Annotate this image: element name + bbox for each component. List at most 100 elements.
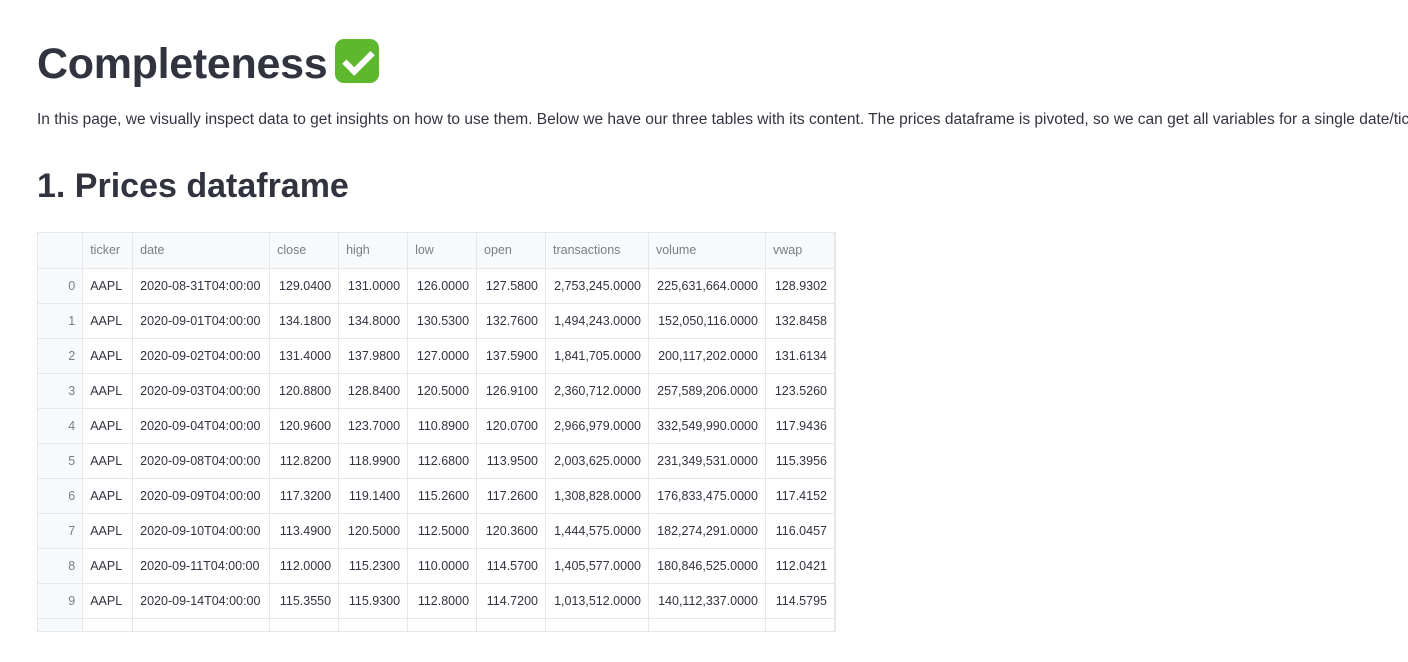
table-cell-vwap[interactable]: 128.9302	[765, 268, 835, 304]
column-header-vwap[interactable]: vwap	[765, 233, 835, 269]
column-header-ticker[interactable]: ticker	[82, 233, 134, 269]
table-cell-ticker[interactable]: AAPL	[82, 513, 134, 549]
column-header-date[interactable]: date	[132, 233, 271, 269]
column-header-close[interactable]: close	[269, 233, 340, 269]
table-cell-ticker[interactable]: AAPL	[82, 373, 134, 409]
table-cell-volume[interactable]: 231,349,531.0000	[648, 443, 766, 479]
table-cell-vwap[interactable]: 115.3956	[765, 443, 835, 479]
table-cell-high[interactable]: 134.8000	[338, 303, 409, 339]
row-index-cell[interactable]: 0	[38, 268, 84, 304]
table-cell-close[interactable]: 131.4000	[269, 338, 340, 374]
table-cell-vwap[interactable]: 112.0421	[765, 548, 835, 584]
table-cell-date[interactable]: 2020-09-11T04:00:00	[132, 548, 271, 584]
table-row[interactable]: 1 AAPL 2020-09-01T04:00:00 134.1800 134.8000…	[38, 303, 835, 339]
table-cell-open[interactable]: 120.3600	[476, 513, 546, 549]
table-cell-transactions[interactable]: 1,841,705.0000	[545, 338, 649, 374]
table-cell-close[interactable]: 120.9600	[269, 408, 340, 444]
column-header-volume[interactable]: volume	[648, 233, 766, 269]
table-cell-ticker[interactable]: AAPL	[82, 338, 134, 374]
table-cell-volume[interactable]: 332,549,990.0000	[648, 408, 766, 444]
table-cell-date[interactable]: 2020-09-08T04:00:00	[132, 443, 271, 479]
table-cell-low[interactable]: 115.2600	[407, 478, 478, 514]
table-row[interactable]: 8 AAPL 2020-09-11T04:00:00 112.0000 115.2300…	[38, 548, 835, 584]
row-index-cell[interactable]: 7	[38, 513, 84, 549]
table-cell-ticker[interactable]: AAPL	[82, 268, 134, 304]
table-cell-close[interactable]: 117.3200	[269, 478, 340, 514]
table-cell-high[interactable]: 115.2300	[338, 548, 409, 584]
table-cell-open[interactable]: 117.2600	[476, 478, 546, 514]
table-cell-low[interactable]: 112.5000	[407, 513, 478, 549]
table-cell-volume[interactable]: 152,050,116.0000	[648, 303, 766, 339]
table-cell-close[interactable]: 129.0400	[269, 268, 340, 304]
table-cell-high[interactable]: 119.1400	[338, 478, 409, 514]
table-cell-date[interactable]: 2020-09-01T04:00:00	[132, 303, 271, 339]
table-cell-vwap[interactable]: 114.5795	[765, 583, 835, 619]
table-cell-close[interactable]: 134.1800	[269, 303, 340, 339]
table-cell-low[interactable]: 112.8000	[407, 583, 478, 619]
table-cell-date[interactable]: 2020-09-09T04:00:00	[132, 478, 271, 514]
table-cell-close[interactable]: 115.3550	[269, 583, 340, 619]
table-row[interactable]: 3 AAPL 2020-09-03T04:00:00 120.8800 128.8400…	[38, 373, 835, 409]
table-cell-volume[interactable]: 200,117,202.0000	[648, 338, 766, 374]
table-cell-ticker[interactable]: AAPL	[82, 478, 134, 514]
table-row[interactable]: 7 AAPL 2020-09-10T04:00:00 113.4900 120.5000…	[38, 513, 835, 549]
table-cell-volume[interactable]: 257,589,206.0000	[648, 373, 766, 409]
table-cell-transactions[interactable]: 1,444,575.0000	[545, 513, 649, 549]
table-cell-open[interactable]: 114.5700	[476, 548, 546, 584]
table-cell-high[interactable]: 123.7000	[338, 408, 409, 444]
table-row[interactable]: 2 AAPL 2020-09-02T04:00:00 131.4000 137.9800…	[38, 338, 835, 374]
table-cell-transactions[interactable]: 1,494,243.0000	[545, 303, 649, 339]
row-index-cell[interactable]: 5	[38, 443, 84, 479]
table-cell-volume[interactable]: 180,846,525.0000	[648, 548, 766, 584]
table-cell-vwap[interactable]: 116.0457	[765, 513, 835, 549]
table-cell-low[interactable]: 127.0000	[407, 338, 478, 374]
table-cell-transactions[interactable]: 2,966,979.0000	[545, 408, 649, 444]
table-cell-close[interactable]: 112.8200	[269, 443, 340, 479]
table-cell-close[interactable]: 113.4900	[269, 513, 340, 549]
column-header-open[interactable]: open	[476, 233, 546, 269]
table-row[interactable]: 4 AAPL 2020-09-04T04:00:00 120.9600 123.7000…	[38, 408, 835, 444]
table-cell-low[interactable]: 112.6800	[407, 443, 478, 479]
column-header-low[interactable]: low	[407, 233, 478, 269]
table-cell-volume[interactable]: 225,631,664.0000	[648, 268, 766, 304]
table-cell-ticker[interactable]: AAPL	[82, 583, 134, 619]
table-cell-open[interactable]: 137.5900	[476, 338, 546, 374]
table-cell-low[interactable]: 110.8900	[407, 408, 478, 444]
row-index-cell[interactable]: 1	[38, 303, 84, 339]
row-index-cell[interactable]: 8	[38, 548, 84, 584]
table-cell-date[interactable]: 2020-09-14T04:00:00	[132, 583, 271, 619]
table-cell-high[interactable]: 137.9800	[338, 338, 409, 374]
table-cell-transactions[interactable]: 2,003,625.0000	[545, 443, 649, 479]
row-index-cell[interactable]: 6	[38, 478, 84, 514]
table-cell-volume[interactable]: 140,112,337.0000	[648, 583, 766, 619]
table-cell-transactions[interactable]: 2,360,712.0000	[545, 373, 649, 409]
table-cell-high[interactable]: 131.0000	[338, 268, 409, 304]
table-cell-volume[interactable]: 176,833,475.0000	[648, 478, 766, 514]
table-cell-vwap[interactable]: 132.8458	[765, 303, 835, 339]
column-header-transactions[interactable]: transactions	[545, 233, 649, 269]
index-column-header[interactable]	[38, 233, 84, 269]
table-cell-vwap[interactable]: 117.4152	[765, 478, 835, 514]
table-cell-vwap[interactable]: 131.6134	[765, 338, 835, 374]
row-index-cell[interactable]: 2	[38, 338, 84, 374]
table-cell-high[interactable]: 128.8400	[338, 373, 409, 409]
table-cell-date[interactable]: 2020-09-02T04:00:00	[132, 338, 271, 374]
table-cell-vwap[interactable]: 117.9436	[765, 408, 835, 444]
table-cell-high[interactable]: 120.5000	[338, 513, 409, 549]
table-cell-ticker[interactable]: AAPL	[82, 303, 134, 339]
table-cell-transactions[interactable]: 2,753,245.0000	[545, 268, 649, 304]
table-cell-open[interactable]: 114.7200	[476, 583, 546, 619]
table-cell-high[interactable]: 118.9900	[338, 443, 409, 479]
table-cell-ticker[interactable]: AAPL	[82, 443, 134, 479]
table-cell-date[interactable]: 2020-09-10T04:00:00	[132, 513, 271, 549]
table-cell-close[interactable]: 112.0000	[269, 548, 340, 584]
table-row[interactable]: 6 AAPL 2020-09-09T04:00:00 117.3200 119.1400…	[38, 478, 835, 514]
row-index-cell[interactable]: 3	[38, 373, 84, 409]
table-cell-transactions[interactable]: 1,308,828.0000	[545, 478, 649, 514]
table-cell-date[interactable]: 2020-09-03T04:00:00	[132, 373, 271, 409]
table-cell-date[interactable]: 2020-09-04T04:00:00	[132, 408, 271, 444]
table-cell-low[interactable]: 130.5300	[407, 303, 478, 339]
table-cell-open[interactable]: 120.0700	[476, 408, 546, 444]
prices-dataframe[interactable]: ticker date close high low open transactions vo…	[37, 232, 836, 632]
table-cell-transactions[interactable]: 1,013,512.0000	[545, 583, 649, 619]
